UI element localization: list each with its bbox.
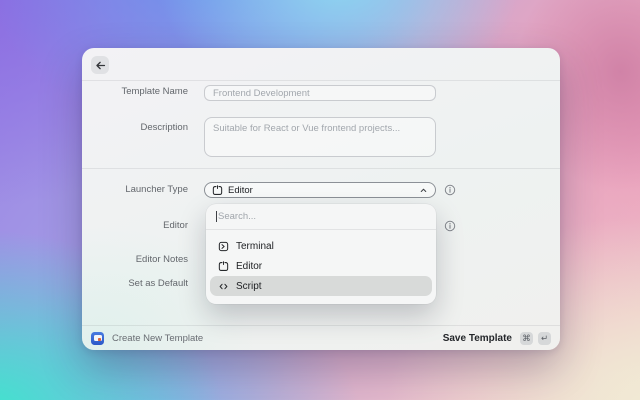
launcher-type-select[interactable]: Editor <box>204 182 436 198</box>
save-template-label: Save Template <box>442 332 512 344</box>
editor-icon <box>212 184 223 196</box>
desktop-background: Template Name Description Launcher Type … <box>0 0 640 400</box>
app-icon <box>91 331 104 345</box>
save-template-button[interactable]: Save Template ⌘ ↵ <box>442 331 551 345</box>
description-label: Description <box>140 122 188 133</box>
arrow-left-icon <box>95 61 105 69</box>
command-key-icon: ⌘ <box>520 331 533 345</box>
editor-notes-label: Editor Notes <box>135 254 188 265</box>
dropdown-options-list: Terminal Editor Script <box>206 230 436 302</box>
terminal-icon <box>218 241 229 252</box>
chevron-up-icon <box>419 186 428 195</box>
option-label: Terminal <box>236 240 274 252</box>
section-divider <box>82 168 560 169</box>
editor-info-icon[interactable] <box>444 219 456 232</box>
launcher-type-info-icon[interactable] <box>444 183 456 196</box>
launcher-type-dropdown: Search... Terminal Editor Script <box>206 204 436 304</box>
description-input[interactable] <box>204 117 436 157</box>
dialog-window: Template Name Description Launcher Type … <box>82 48 560 350</box>
text-caret <box>216 211 217 222</box>
launcher-type-label: Launcher Type <box>125 184 188 195</box>
back-button[interactable] <box>91 56 109 74</box>
template-name-input[interactable] <box>204 85 436 101</box>
template-name-label: Template Name <box>121 86 188 97</box>
script-icon <box>218 281 229 292</box>
dropdown-option-terminal[interactable]: Terminal <box>210 236 432 256</box>
dropdown-search-input[interactable]: Search... <box>206 204 436 230</box>
search-placeholder: Search... <box>218 211 257 222</box>
launcher-type-value: Editor <box>228 184 253 196</box>
dropdown-option-editor[interactable]: Editor <box>210 256 432 276</box>
command-title: Create New Template <box>112 332 204 344</box>
set-as-default-label: Set as Default <box>128 278 188 289</box>
editor-icon <box>218 260 229 272</box>
footer-bar: Create New Template Save Template ⌘ ↵ <box>82 326 560 350</box>
header-divider <box>82 80 560 81</box>
return-key-icon: ↵ <box>538 331 551 345</box>
dropdown-option-script[interactable]: Script <box>210 276 432 296</box>
editor-label: Editor <box>163 220 188 231</box>
option-label: Editor <box>236 260 263 272</box>
option-label: Script <box>236 280 262 292</box>
